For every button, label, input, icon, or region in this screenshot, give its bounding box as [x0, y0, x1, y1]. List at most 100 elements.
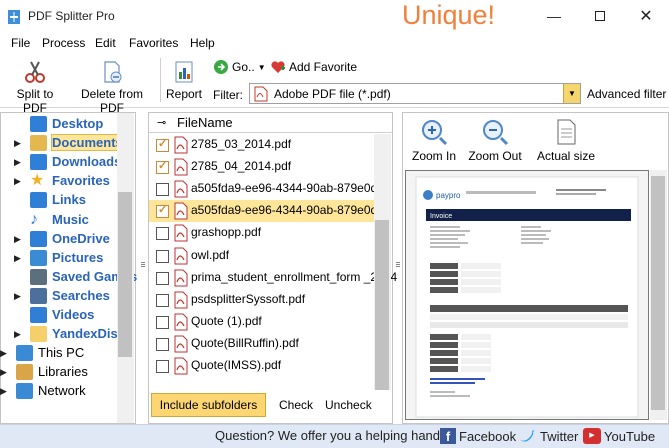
file-checkbox[interactable] — [156, 315, 169, 329]
go-button[interactable]: Go.. ▼ — [213, 58, 266, 76]
file-row[interactable]: Quote(BillRuffin).pdf — [149, 333, 374, 355]
expand-arrow-icon[interactable]: ▶ — [14, 291, 21, 302]
go-label: Go.. — [232, 60, 255, 74]
expand-arrow-icon[interactable]: ▶ — [14, 234, 21, 245]
tree-item-label: Libraries — [38, 364, 88, 380]
twitter-link[interactable]: Twitter — [519, 428, 578, 444]
close-button[interactable]: ✕ — [623, 0, 669, 32]
file-checkbox[interactable] — [156, 137, 169, 152]
include-subfolders-button[interactable]: Include subfolders — [151, 393, 266, 417]
tree-scrollbar-thumb[interactable] — [118, 192, 132, 357]
menu-process[interactable]: Process — [42, 36, 85, 50]
chevron-down-icon: ▼ — [568, 89, 576, 98]
tree-item-pictures[interactable]: ▶ Pictures — [0, 249, 120, 268]
tree-item-links[interactable]: Links — [0, 191, 120, 210]
window-title: PDF Splitter Pro — [28, 9, 115, 23]
split-to-pdf-button[interactable]: Split to PDF — [4, 60, 66, 115]
tree-item-favorites[interactable]: ▶ ★ Favorites — [0, 172, 120, 191]
tree-item-libraries[interactable]: ▶ Libraries — [0, 363, 106, 382]
menu-edit[interactable]: Edit — [95, 36, 116, 50]
file-checkbox[interactable] — [156, 360, 169, 373]
maximize-button[interactable] — [577, 0, 623, 32]
tree-item-label: Documents — [51, 134, 126, 152]
tree-item-desktop[interactable]: Desktop — [0, 115, 120, 134]
tree-item-label: YandexDisk — [52, 326, 125, 342]
splitter-handle[interactable] — [396, 262, 400, 268]
expand-arrow-icon[interactable]: ▶ — [0, 348, 7, 359]
file-row[interactable]: grashopp.pdf — [149, 222, 374, 244]
expand-arrow-icon[interactable]: ▶ — [14, 176, 21, 187]
add-favorite-label: Add Favorite — [289, 60, 358, 74]
add-favorite-button[interactable]: Add Favorite — [270, 58, 357, 76]
file-row[interactable]: Quote (1).pdf — [149, 311, 374, 333]
file-checkbox[interactable] — [156, 249, 169, 263]
filter-select[interactable]: Adobe PDF file (*.pdf) — [249, 83, 581, 104]
tree-item-music[interactable]: ♪ Music — [0, 211, 120, 230]
file-name: Quote(IMSS).pdf — [191, 358, 282, 372]
tree-item-this-pc[interactable]: ▶ This PC — [0, 344, 106, 363]
menu-favorites[interactable]: Favorites — [129, 36, 178, 50]
tree-item-onedrive[interactable]: ▶ OneDrive — [0, 230, 120, 249]
facebook-link[interactable]: f Facebook — [440, 428, 516, 444]
tree-item-downloads[interactable]: ▶ Downloads — [0, 153, 121, 172]
file-row[interactable]: prima_student_enrollment_form _2014 — [149, 267, 397, 289]
file-checkbox[interactable] — [156, 183, 169, 197]
uncheck-button[interactable]: Uncheck — [325, 398, 372, 412]
tree-item-documents[interactable]: ▶ Documents — [0, 134, 126, 153]
filter-dropdown-button[interactable]: ▼ — [563, 84, 580, 103]
advanced-filter-button[interactable]: Advanced filter — [587, 87, 666, 101]
splitter-handle[interactable] — [141, 262, 145, 268]
file-row[interactable]: psdsplitterSyssoft.pdf — [149, 289, 374, 311]
menu-file[interactable]: File — [11, 36, 30, 50]
expand-arrow-icon[interactable]: ▶ — [14, 329, 21, 340]
pdf-preview: paypro Invoice — [405, 170, 649, 420]
file-list-scrollbar-thumb[interactable] — [375, 220, 389, 390]
report-icon — [175, 61, 193, 83]
expand-arrow-icon[interactable]: ▶ — [0, 367, 7, 378]
unique-watermark: Unique! — [402, 0, 496, 30]
folder-icon — [30, 326, 47, 343]
zoom-in-button[interactable]: Zoom In — [410, 118, 458, 163]
tree-item-label: Desktop — [52, 116, 104, 131]
file-checkbox[interactable] — [156, 293, 169, 307]
tree-item-searches[interactable]: ▶ Searches — [0, 287, 120, 306]
report-button[interactable]: Report — [164, 60, 204, 101]
network-icon — [16, 383, 33, 400]
search-icon — [30, 287, 47, 304]
file-list-header[interactable]: ⊸ FileName — [149, 113, 392, 133]
youtube-link[interactable]: ▶ YouTube — [583, 428, 655, 444]
minimize-icon: — — [547, 8, 561, 24]
pdf-file-icon — [174, 313, 188, 331]
filter-value: Adobe PDF file (*.pdf) — [274, 87, 391, 101]
tree-item-saved-games[interactable]: Saved Games — [0, 268, 137, 287]
file-checkbox[interactable] — [156, 159, 169, 175]
file-checkbox[interactable] — [156, 203, 169, 219]
file-checkbox[interactable] — [156, 337, 169, 351]
menu-help[interactable]: Help — [190, 36, 215, 50]
facebook-label: Facebook — [459, 428, 517, 444]
file-row[interactable]: owl.pdf — [149, 245, 374, 267]
file-row[interactable]: 2785_03_2014.pdf — [149, 134, 374, 156]
file-row[interactable]: 2785_04_2014.pdf — [149, 156, 374, 178]
file-row[interactable]: a505fda9-ee96-4344-90ab-879e0ddb — [149, 200, 391, 223]
minimize-button[interactable]: — — [531, 0, 577, 32]
scissors-icon — [25, 61, 45, 83]
filename-column-header: FileName — [177, 115, 233, 130]
file-checkbox[interactable] — [156, 227, 169, 241]
tree-item-yandexdisk[interactable]: ▶ YandexDisk — [0, 325, 125, 344]
file-row[interactable]: a505fda9-ee96-4344-90ab-879e0ddb — [149, 178, 391, 200]
tree-item-network[interactable]: ▶ Network — [0, 382, 106, 401]
file-checkbox[interactable] — [156, 271, 169, 285]
preview-scrollbar-thumb[interactable] — [651, 176, 665, 410]
file-row[interactable]: Quote(IMSS).pdf — [149, 355, 374, 377]
expand-arrow-icon[interactable]: ▶ — [14, 253, 21, 264]
zoom-out-icon — [483, 120, 509, 146]
delete-from-pdf-button[interactable]: Delete from PDF — [70, 60, 154, 115]
check-button[interactable]: Check — [279, 398, 313, 412]
expand-arrow-icon[interactable]: ▶ — [14, 138, 21, 149]
expand-arrow-icon[interactable]: ▶ — [0, 386, 7, 397]
expand-arrow-icon[interactable]: ▶ — [14, 157, 21, 168]
tree-item-videos[interactable]: Videos — [0, 306, 120, 325]
actual-size-button[interactable]: Actual size — [535, 118, 597, 163]
zoom-out-button[interactable]: Zoom Out — [465, 118, 525, 163]
